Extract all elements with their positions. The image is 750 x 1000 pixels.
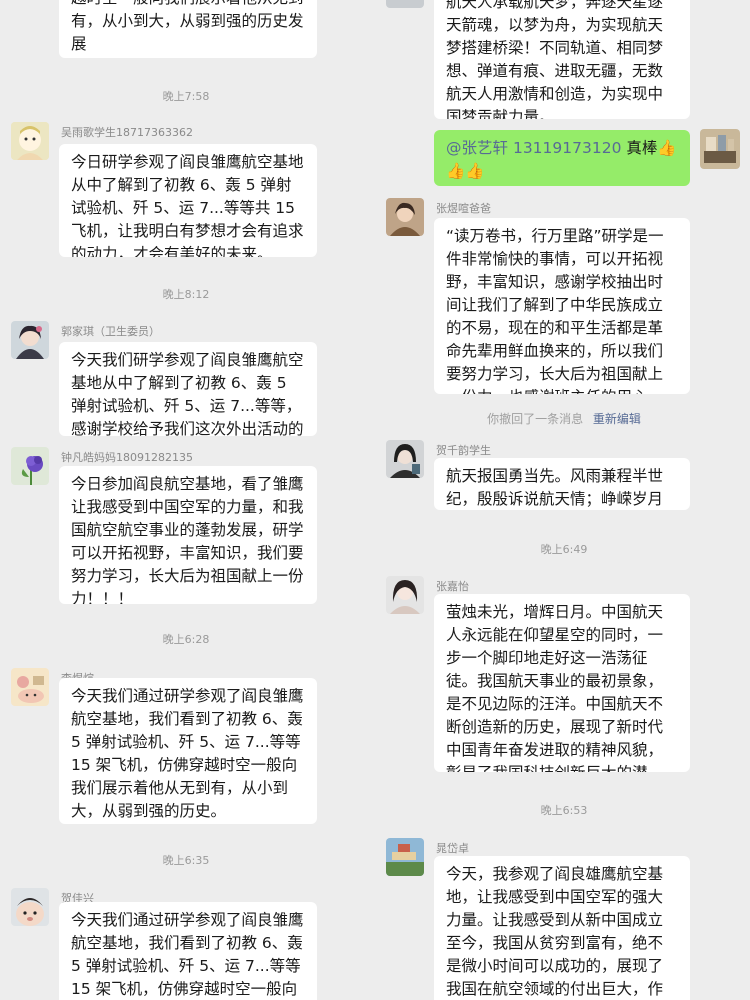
avatar[interactable] [11, 122, 49, 160]
message-bubble[interactable]: 今天我们研学参观了阎良雏鹰航空基地从中了解到了初教 6、轰 5 弹射试验机、歼 … [59, 342, 317, 436]
message-bubble[interactable]: 今天我们通过研学参观了阎良雏鹰航空基地，我们看到了初教 6、轰 5 弹射试验机、… [59, 902, 317, 1000]
timestamp: 晚上6:53 [540, 804, 588, 817]
sender-name: 吴雨歌学生18717363362 [61, 126, 193, 139]
chat-column-left: 越时空一般向我们展示着他从无到有，从小到大，从弱到强的历史发展 晚上7:58 吴… [0, 0, 372, 1000]
sender-name: 贺千韵学生 [436, 444, 491, 457]
avatar[interactable] [386, 0, 424, 8]
message-bubble[interactable]: 今天，我参观了阎良雄鹰航空基地，让我感受到中国空军的强大力量。让我感受到从新中国… [434, 856, 690, 1000]
chat-column-right: 航天人承载航天梦，奔逐天星逐天箭魂，以梦为舟，为实现航天梦搭建桥梁！不同轨道、相… [378, 0, 750, 1000]
sender-name: 晁岱卓 [436, 842, 469, 855]
timestamp: 晚上6:28 [162, 633, 210, 646]
re-edit-link[interactable]: 重新编辑 [593, 412, 641, 426]
message-bubble[interactable]: 今日参加阎良航空基地，看了雏鹰让我感受到中国空军的力量，和我国航空航空事业的蓬勃… [59, 466, 317, 604]
message-bubble[interactable]: “读万卷书，行万里路”研学是一件非常愉快的事情，可以开拓视野，丰富知识，感谢学校… [434, 218, 690, 394]
avatar[interactable] [11, 321, 49, 359]
message-bubble[interactable]: 航天人承载航天梦，奔逐天星逐天箭魂，以梦为舟，为实现航天梦搭建桥梁！不同轨道、相… [434, 0, 690, 119]
timestamp: 晚上8:12 [162, 288, 210, 301]
message-bubble[interactable]: 航天报国勇当先。风雨兼程半世纪，殷殷诉说航天情；峥嵘岁月写壮志 [434, 458, 690, 510]
sender-name: 钟凡皓妈妈18091282135 [61, 451, 193, 464]
timestamp: 晚上7:58 [162, 90, 210, 103]
self-message-bubble[interactable]: @张艺轩 13119173120 真棒👍👍👍 [434, 130, 690, 186]
message-bubble[interactable]: 今日研学参观了阎良雏鹰航空基地从中了解到了初教 6、轰 5 弹射试验机、歼 5、… [59, 144, 317, 257]
recall-notice: 你撤回了一条消息 重新编辑 [487, 412, 641, 426]
message-bubble[interactable]: 今天我们通过研学参观了阎良雏鹰航空基地，我们看到了初教 6、轰 5 弹射试验机、… [59, 678, 317, 824]
timestamp: 晚上6:35 [162, 854, 210, 867]
avatar[interactable] [386, 576, 424, 614]
avatar[interactable] [386, 440, 424, 478]
sender-name: 张煜喧爸爸 [436, 202, 491, 215]
self-avatar[interactable] [700, 129, 740, 169]
message-bubble[interactable]: 萤烛未光，增辉日月。中国航天人永远能在仰望星空的同时，一步一个脚印地走好这一浩荡… [434, 594, 690, 772]
sender-name: 郭家琪（卫生委员） [61, 325, 160, 338]
timestamp: 晚上6:49 [540, 543, 588, 556]
avatar[interactable] [11, 447, 49, 485]
avatar[interactable] [11, 888, 49, 926]
sender-name: 张嘉怡 [436, 580, 469, 593]
avatar[interactable] [386, 838, 424, 876]
message-bubble[interactable]: 越时空一般向我们展示着他从无到有，从小到大，从弱到强的历史发展 [59, 0, 317, 58]
avatar[interactable] [386, 198, 424, 236]
avatar[interactable] [11, 668, 49, 706]
phone-link[interactable]: 13119173120 [513, 139, 621, 157]
mention-link[interactable]: @张艺轩 [446, 139, 508, 157]
